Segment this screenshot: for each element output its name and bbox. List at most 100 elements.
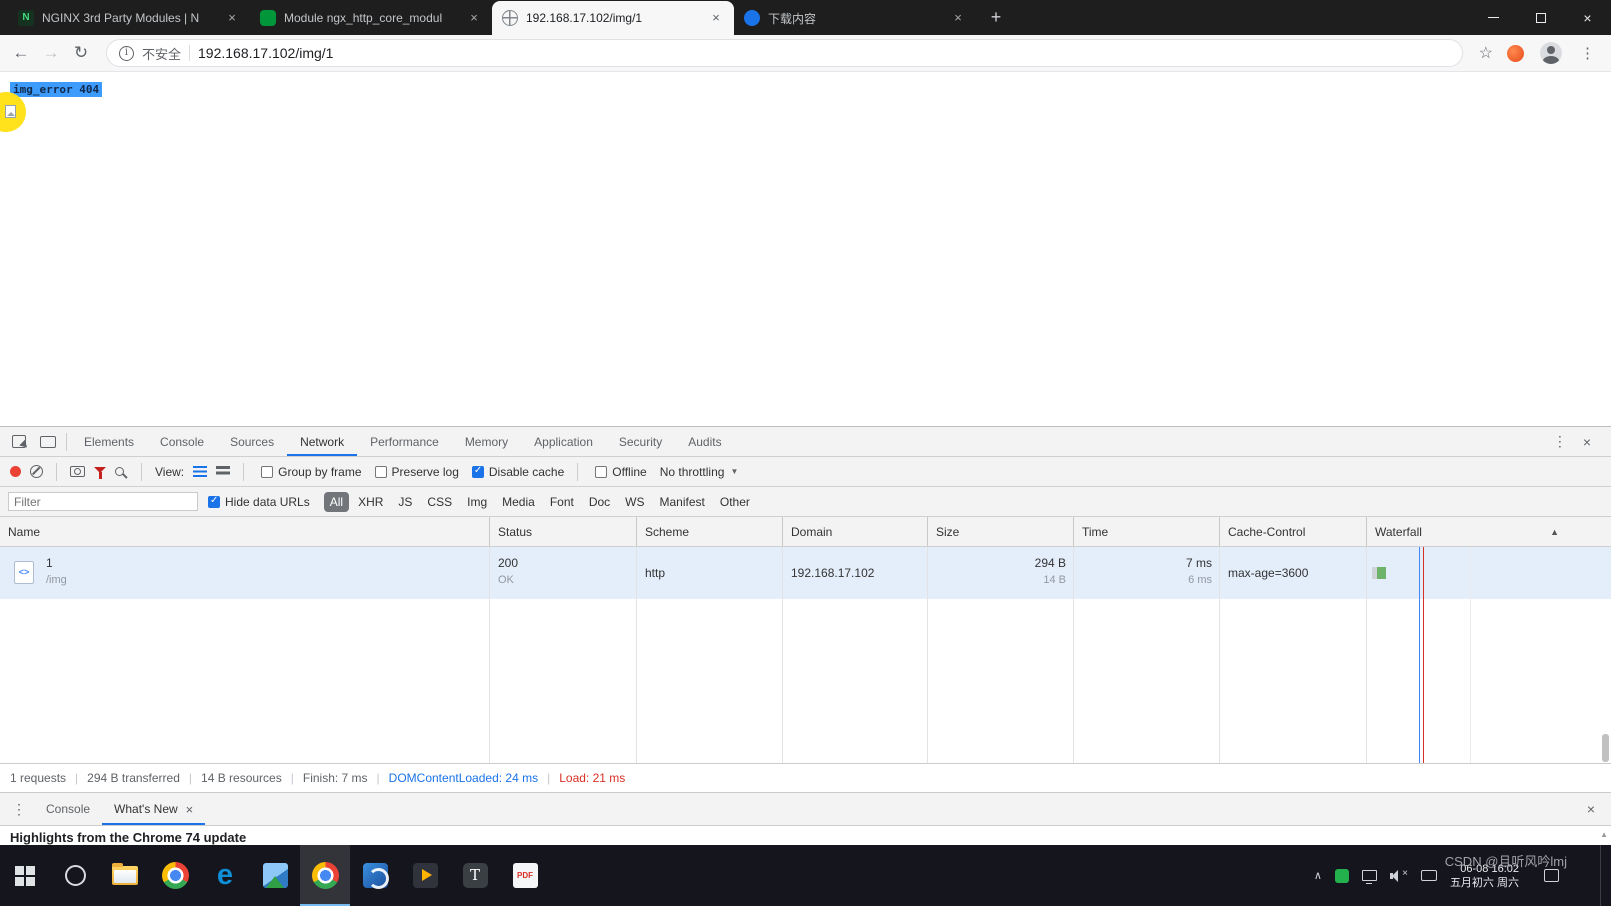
tab-close-icon[interactable]: × — [224, 10, 240, 26]
drawer-tab-whats-new[interactable]: What's New × — [102, 793, 205, 825]
filter-funnel-icon[interactable] — [94, 467, 106, 473]
filter-pill-js[interactable]: JS — [392, 492, 418, 512]
column-header-scheme[interactable]: Scheme — [637, 517, 783, 546]
url-input[interactable] — [198, 45, 1450, 61]
disable-cache-checkbox[interactable]: Disable cache — [472, 465, 564, 479]
filter-pill-media[interactable]: Media — [496, 492, 541, 512]
tab-close-icon[interactable]: × — [950, 10, 966, 26]
cortana-button[interactable] — [50, 845, 100, 906]
tab-close-icon[interactable]: × — [466, 10, 482, 26]
extension-icon[interactable] — [1507, 45, 1524, 62]
tab-title: NGINX 3rd Party Modules | N — [42, 11, 216, 25]
filter-pill-other[interactable]: Other — [714, 492, 756, 512]
tab-close-icon[interactable]: × — [708, 10, 724, 26]
blue-app-button[interactable] — [350, 845, 400, 906]
browser-tab-downloads[interactable]: 下载内容 × — [734, 1, 976, 35]
drawer-tab-bar: ⋮ Console What's New × × — [0, 792, 1611, 826]
filter-pill-img[interactable]: Img — [461, 492, 493, 512]
browser-tab-current[interactable]: 192.168.17.102/img/1 × — [492, 1, 734, 35]
filter-pill-all[interactable]: All — [324, 492, 349, 512]
window-close-button[interactable]: × — [1564, 0, 1611, 35]
tray-green-app-icon[interactable] — [1335, 869, 1349, 883]
touch-keyboard-icon[interactable] — [1421, 870, 1437, 881]
device-toolbar-icon[interactable] — [40, 436, 56, 448]
scroll-up-icon[interactable]: ▲ — [1600, 830, 1608, 839]
tray-chevron-up-icon[interactable]: ∧ — [1314, 869, 1322, 882]
tray-display-icon[interactable] — [1362, 870, 1377, 881]
table-row[interactable]: <> 1 /img 200 OK http 192.168.17.102 294… — [0, 547, 1611, 599]
filter-input[interactable] — [8, 492, 198, 511]
record-button[interactable] — [10, 466, 21, 477]
start-button[interactable] — [0, 845, 50, 906]
notification-center-icon[interactable] — [1544, 869, 1559, 882]
column-header-name[interactable]: Name — [0, 517, 490, 546]
column-header-waterfall[interactable]: Waterfall ▲ — [1367, 517, 1611, 546]
offline-checkbox[interactable]: Offline — [595, 465, 646, 479]
tab-network[interactable]: Network — [287, 427, 357, 456]
drawer-close-icon[interactable]: × — [1587, 801, 1595, 817]
bookmark-star-icon[interactable]: ☆ — [1479, 43, 1493, 63]
tab-audits[interactable]: Audits — [675, 427, 734, 456]
tab-sources[interactable]: Sources — [217, 427, 287, 456]
filter-pill-font[interactable]: Font — [544, 492, 580, 512]
volume-muted-icon[interactable]: × — [1390, 870, 1408, 882]
highlight-blob — [0, 92, 26, 132]
browser-menu-icon[interactable]: ⋮ — [1580, 44, 1595, 62]
filter-pill-ws[interactable]: WS — [619, 492, 650, 512]
tab-console[interactable]: Console — [147, 427, 217, 456]
column-header-domain[interactable]: Domain — [783, 517, 928, 546]
new-tab-button[interactable]: + — [982, 4, 1010, 32]
chrome-pinned-button[interactable] — [150, 845, 200, 906]
media-player-button[interactable] — [400, 845, 450, 906]
column-header-status[interactable]: Status — [490, 517, 637, 546]
inspect-element-icon[interactable] — [12, 435, 26, 448]
drawer-tab-console[interactable]: Console — [34, 793, 102, 825]
browser-tab-ngx-http-core[interactable]: Module ngx_http_core_modul × — [250, 1, 492, 35]
group-by-frame-checkbox[interactable]: Group by frame — [261, 465, 361, 479]
screenshot-capture-icon[interactable] — [70, 466, 85, 477]
devtools-overflow-icon[interactable]: ⋮ — [1553, 433, 1567, 450]
filter-pill-css[interactable]: CSS — [421, 492, 458, 512]
tab-performance[interactable]: Performance — [357, 427, 452, 456]
filter-pill-doc[interactable]: Doc — [583, 492, 616, 512]
back-button[interactable]: ← — [8, 40, 34, 66]
window-maximize-button[interactable] — [1517, 0, 1564, 35]
clear-button[interactable] — [30, 465, 43, 478]
drawer-tab-close-icon[interactable]: × — [186, 802, 194, 817]
window-minimize-button[interactable] — [1470, 0, 1517, 35]
forward-button[interactable]: → — [38, 40, 64, 66]
scrollbar-thumb[interactable] — [1602, 734, 1609, 762]
search-icon[interactable] — [115, 467, 124, 476]
tab-elements[interactable]: Elements — [71, 427, 147, 456]
pdf-reader-button[interactable]: PDF — [500, 845, 550, 906]
devtools-close-icon[interactable]: × — [1583, 434, 1591, 450]
typora-button[interactable]: T — [450, 845, 500, 906]
hide-data-urls-checkbox[interactable]: Hide data URLs — [208, 495, 310, 509]
show-desktop-divider[interactable] — [1600, 845, 1601, 906]
tab-security[interactable]: Security — [606, 427, 675, 456]
folder-icon — [112, 866, 138, 885]
request-time: 7 ms — [1074, 556, 1212, 570]
chrome-active-button[interactable] — [300, 845, 350, 906]
omnibox[interactable]: i 不安全 — [106, 39, 1463, 67]
filter-pill-xhr[interactable]: XHR — [352, 492, 389, 512]
edge-button[interactable]: e — [200, 845, 250, 906]
profile-avatar[interactable] — [1540, 42, 1562, 64]
tab-application[interactable]: Application — [521, 427, 606, 456]
column-header-cache-control[interactable]: Cache-Control — [1220, 517, 1367, 546]
browser-tab-nginx-modules[interactable]: N NGINX 3rd Party Modules | N × — [8, 1, 250, 35]
large-rows-icon[interactable] — [216, 466, 230, 477]
reload-button[interactable]: ↻ — [68, 40, 94, 66]
photos-app-button[interactable] — [250, 845, 300, 906]
column-header-size[interactable]: Size — [928, 517, 1074, 546]
list-view-icon[interactable] — [193, 466, 207, 477]
preserve-log-checkbox[interactable]: Preserve log — [375, 465, 459, 479]
tab-memory[interactable]: Memory — [452, 427, 521, 456]
file-explorer-button[interactable] — [100, 845, 150, 906]
divider — [56, 463, 57, 481]
drawer-overflow-icon[interactable]: ⋮ — [12, 801, 26, 818]
site-info-icon[interactable]: i — [119, 46, 134, 61]
filter-pill-manifest[interactable]: Manifest — [654, 492, 711, 512]
column-header-time[interactable]: Time — [1074, 517, 1220, 546]
throttling-select[interactable]: No throttling ▼ — [660, 465, 739, 479]
